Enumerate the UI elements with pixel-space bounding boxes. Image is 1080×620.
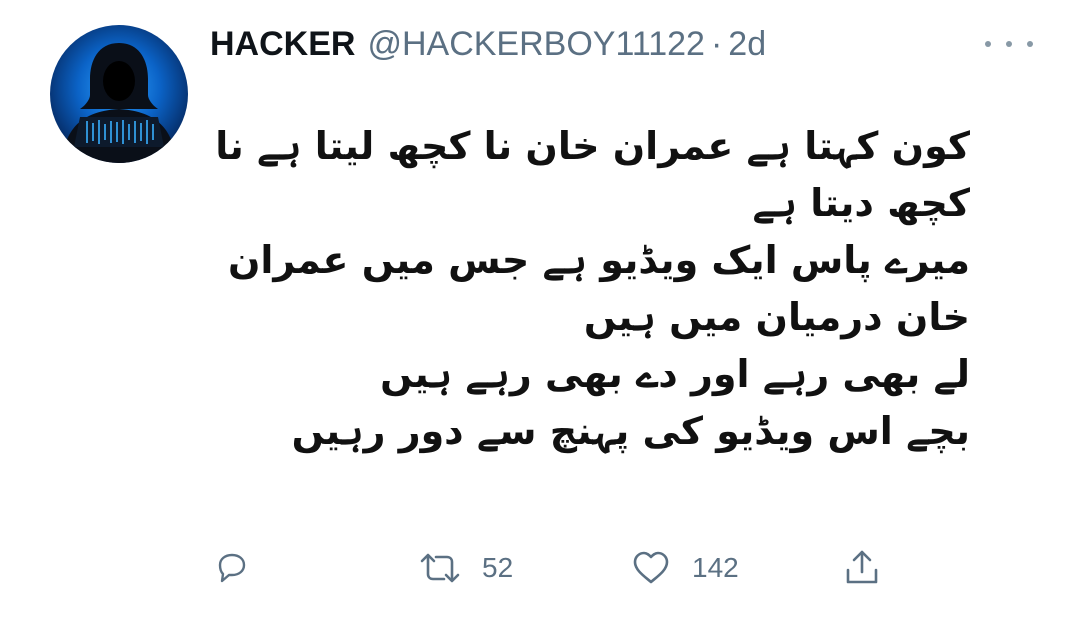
hooded-hacker-image — [62, 43, 176, 163]
tweet-card: HACKER @HACKERBOY11122 · 2d کون کہتا ہے … — [0, 0, 1080, 620]
retweet-button[interactable]: 52 — [418, 545, 513, 591]
tweet-text-line: لے بھی رہے اور دے بھی رہے ہیں — [380, 352, 970, 396]
more-dot — [985, 41, 991, 47]
tweet-text-line: خان درمیان میں ہیں — [583, 295, 970, 339]
more-options-icon[interactable] — [985, 34, 1033, 54]
separator-dot: · — [710, 24, 723, 63]
tweet-text: کون کہتا ہے عمران خان نا کچھ لیتا ہے نا … — [215, 118, 970, 460]
tweet-actions: 52 142 — [0, 545, 1080, 591]
display-name[interactable]: HACKER — [210, 25, 355, 64]
like-button[interactable]: 142 — [630, 545, 739, 591]
timestamp[interactable]: 2d — [728, 25, 766, 64]
share-button[interactable] — [842, 545, 882, 591]
retweet-icon — [420, 553, 460, 583]
more-dot — [1027, 41, 1033, 47]
reply-button[interactable] — [212, 545, 252, 591]
tweet-header: HACKER @HACKERBOY11122 · 2d — [210, 18, 766, 70]
heart-icon — [633, 551, 669, 584]
more-dot — [1006, 41, 1012, 47]
share-icon — [846, 550, 878, 584]
user-handle[interactable]: @HACKERBOY11122 — [367, 25, 705, 64]
tweet-text-line: کون کہتا ہے عمران خان نا کچھ لیتا ہے نا — [215, 124, 970, 168]
tweet-text-line: میرے پاس ایک ویڈیو ہے جس میں عمران — [227, 238, 970, 282]
retweet-count: 52 — [482, 552, 514, 583]
avatar[interactable] — [50, 25, 188, 163]
like-count: 142 — [692, 552, 739, 583]
reply-icon — [218, 553, 246, 583]
tweet-text-line: بچے اس ویڈیو کی پہنچ سے دور رہیں — [291, 409, 970, 453]
tweet-text-line: کچھ دیتا ہے — [752, 181, 970, 225]
